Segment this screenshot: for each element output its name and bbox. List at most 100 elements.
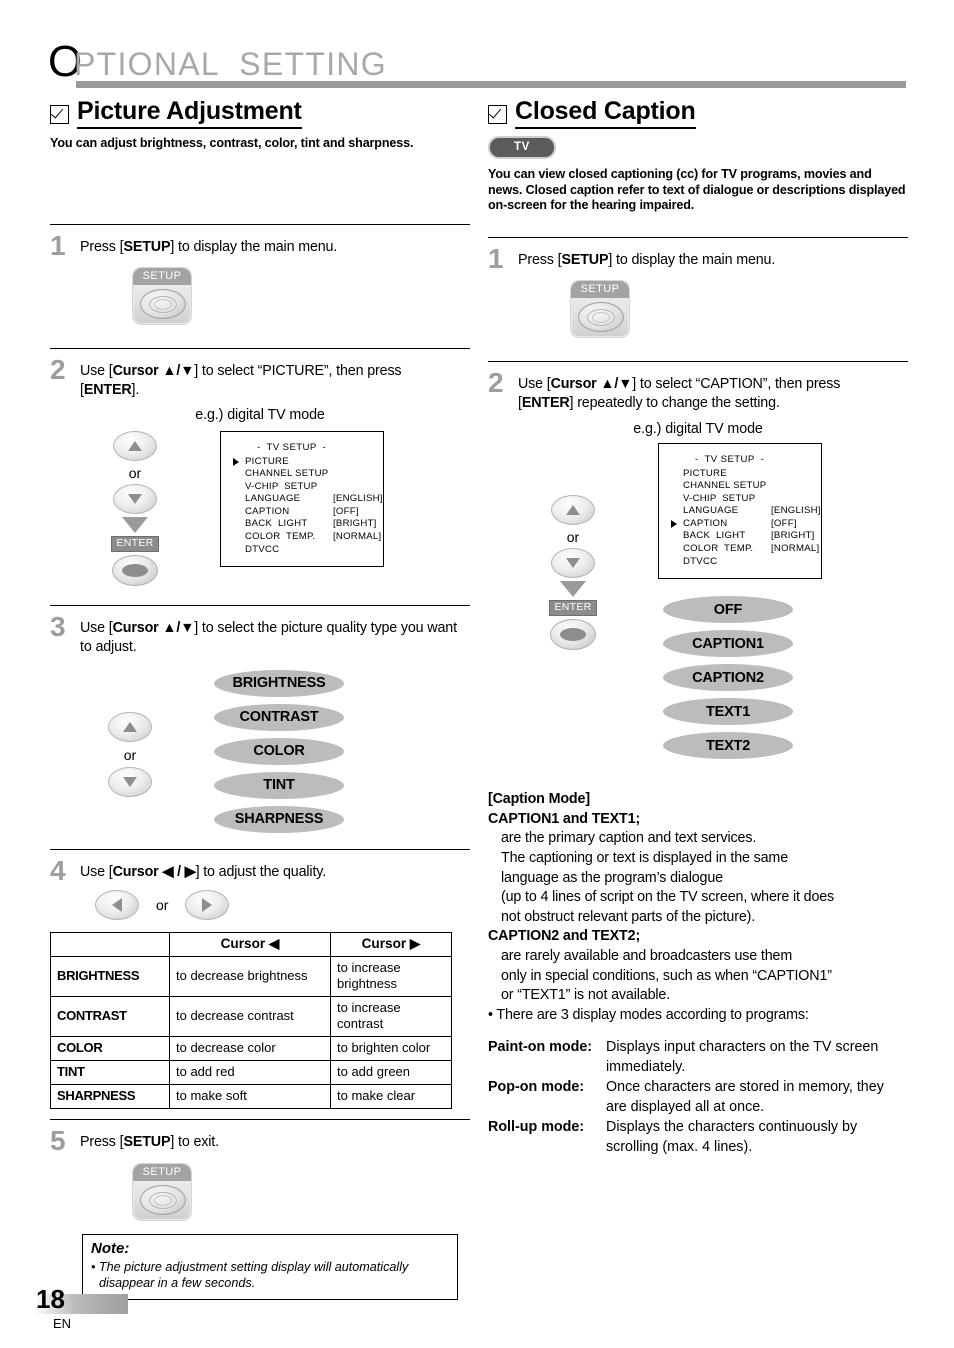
osd-row-label: LANGUAGE [683,505,739,517]
osd-row-label: CAPTION [245,505,290,517]
table-cell-left: to make soft [169,1083,331,1109]
caption-pill-text1[interactable]: TEXT1 [663,698,793,726]
osd-row-value: [ENGLISH] [771,505,821,517]
osd-row[interactable]: V-CHIP SETUP [231,481,373,494]
osd-title: - TV SETUP - [695,453,765,465]
picture-adjustment-section-heading: Picture Adjustment You can adjust bright… [50,96,470,152]
caption-pill-off[interactable]: OFF [663,596,793,624]
caption-pill-text2[interactable]: TEXT2 [663,732,793,760]
osd-row-label: BACK LIGHT [683,530,746,542]
note-heading: Note: [91,1239,130,1257]
quality-pill-brightness[interactable]: BRIGHTNESS [214,669,344,697]
display-mode-label: Paint-on mode: [488,1039,593,1056]
note-body: • The picture adjustment setting display… [91,1259,409,1290]
table-cell-right: to make clear [330,1083,452,1109]
cursor-button-group: or [50,712,210,797]
checkbox-icon [50,105,69,124]
setup-button[interactable]: SETUP [570,279,630,338]
triangle-up-icon [123,722,137,732]
osd-row-value [333,481,373,494]
osd-row[interactable]: CAPTION [OFF] [231,506,373,519]
enter-label: ENTER [549,599,597,616]
caption-pill-caption2[interactable]: CAPTION2 [663,664,793,692]
osd-row[interactable]: COLOR TEMP. [NORMAL] [669,543,819,556]
setup-button[interactable]: SETUP [132,266,192,325]
osd-row[interactable]: CHANNEL SETUP [231,468,373,481]
osd-row[interactable]: BACK LIGHT [BRIGHT] [231,518,376,531]
triangle-down-icon [128,493,142,504]
display-mode-text: Displays input characters on the TV scre… [606,1039,879,1076]
quality-pill-contrast[interactable]: CONTRAST [214,703,344,731]
step-text: Use [Cursor ▲/▼] to select the picture q… [80,619,457,655]
table-cell-right: to increase contrast [330,995,452,1037]
page-header: O PTIONAL SETTING [48,40,906,88]
osd-row[interactable]: LANGUAGE [ENGLISH] [231,493,382,506]
osd-row-label: COLOR TEMP. [683,543,754,555]
table-header-cursor-right: Cursor ▶ [330,931,452,957]
table-header-row: Cursor ◀ Cursor ▶ [50,931,452,957]
cursor-left-button[interactable] [95,889,139,920]
cursor-down-button[interactable] [551,547,595,578]
section-description: You can view closed captioning (cc) for … [488,167,906,212]
osd-row-value: [ENGLISH] [333,493,383,505]
step-4: 4 Use [Cursor ◀ / ▶] to adjust the quali… [50,856,470,1109]
enter-button[interactable] [550,618,596,650]
display-mode-label: Roll-up mode: [488,1119,585,1136]
osd-row[interactable]: CHANNEL SETUP [669,480,811,493]
page-number: 18 [36,1284,65,1314]
osd-row-value [333,456,373,469]
or-label: or [566,528,580,545]
step-number: 2 [50,353,66,385]
table-cell-right: to brighten color [330,1035,452,1061]
cursor-up-button[interactable] [113,430,157,461]
caption1-line: language as the program’s dialogue [501,869,723,886]
caption1-line: (up to 4 lines of script on the TV scree… [501,889,835,906]
table-row-name: SHARPNESS [50,1083,170,1109]
step-text: Press [SETUP] to display the main menu. [80,238,338,255]
step-text: Press [SETUP] to display the main menu. [518,251,776,268]
osd-row[interactable]: COLOR TEMP. [NORMAL] [231,531,381,544]
table-cell-left: to decrease brightness [169,955,331,997]
cursor-down-button[interactable] [113,483,157,514]
triangle-left-icon [112,897,122,912]
table-cell-right: to add green [330,1059,452,1085]
lr-cursor-group: or [95,889,470,920]
caption2-line: are rarely available and broadcasters us… [501,948,793,964]
osd-row[interactable]: PICTURE [231,456,373,469]
caption2-line: or “TEXT1” is not available. [501,987,671,1004]
display-mode-label: Pop-on mode: [488,1079,585,1096]
cursor-down-button[interactable] [108,767,152,797]
cursor-up-button[interactable] [551,494,595,525]
step-3: 3 Use [Cursor ▲/▼] to select the picture… [50,612,470,840]
section-description: You can adjust brightness, contrast, col… [50,136,414,150]
osd-row[interactable]: CAPTION [OFF] [669,518,811,531]
quality-pill-sharpness[interactable]: SHARPNESS [214,805,344,833]
step-number: 3 [50,610,66,642]
triangle-down-icon [566,557,580,568]
table-row-name: COLOR [50,1035,170,1061]
header-rule [76,81,906,88]
display-modes-list: Paint-on mode: Displays input characters… [488,1037,908,1157]
osd-row[interactable]: DTVCC [669,556,811,569]
quality-pill-color[interactable]: COLOR [214,737,344,765]
table-header-blank [50,931,170,957]
caption1-line: The captioning or text is displayed in t… [501,850,788,867]
closed-caption-section-heading: Closed Caption TV You can view closed ca… [488,96,908,214]
enter-button[interactable] [112,554,158,586]
caption-pill-group: OFF CAPTION1 CAPTION2 TEXT1 TEXT2 [663,596,822,760]
setup-button[interactable]: SETUP [132,1162,192,1221]
quality-pill-tint[interactable]: TINT [214,771,344,799]
osd-menu-picture: - TV SETUP - PICTURE CHANNEL SETUP V-CHI… [220,430,384,568]
osd-row[interactable]: PICTURE [669,468,811,481]
osd-row[interactable]: LANGUAGE [ENGLISH] [669,505,820,518]
cursor-up-button[interactable] [108,712,152,742]
cursor-right-button[interactable] [185,889,230,920]
divider [50,347,470,349]
or-label: or [128,464,142,481]
step-number: 5 [50,1124,66,1156]
caption-pill-caption1[interactable]: CAPTION1 [663,630,793,658]
osd-row[interactable]: V-CHIP SETUP [669,493,811,506]
osd-row[interactable]: BACK LIGHT [BRIGHT] [669,530,814,543]
osd-row[interactable]: DTVCC [231,544,373,557]
table-cell-left: to add red [169,1059,331,1085]
